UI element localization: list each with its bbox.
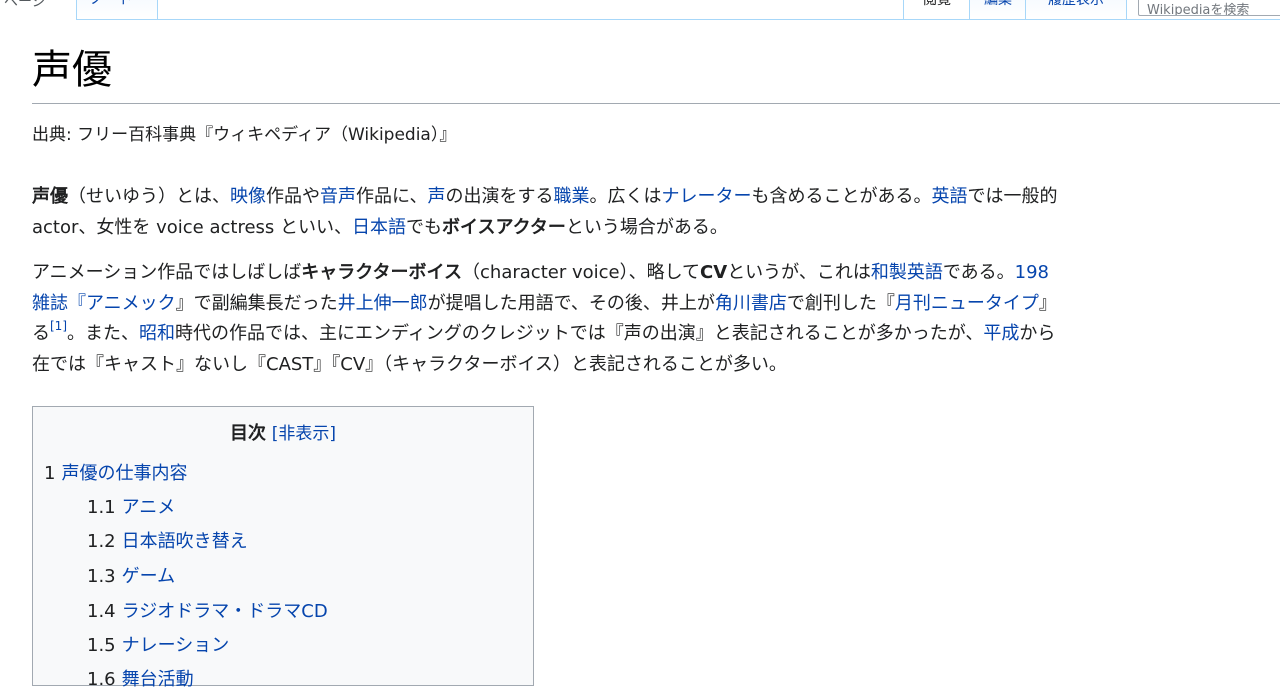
- toc-number: 1: [44, 463, 56, 484]
- text: では一般的: [967, 186, 1058, 207]
- link-newtype[interactable]: 月刊ニュータイプ: [895, 293, 1039, 314]
- link-year[interactable]: 198: [1015, 262, 1049, 283]
- site-subtitle: 出典: フリー百科事典『ウィキペディア（Wikipedia）』: [32, 125, 457, 145]
- text: （せいゆう）とは、: [68, 186, 230, 207]
- text: る: [32, 323, 50, 344]
- tab-edit[interactable]: 編集: [969, 0, 1027, 20]
- toc-link[interactable]: 舞台活動: [122, 669, 194, 690]
- toc-link[interactable]: 日本語吹き替え: [122, 531, 248, 552]
- link-narrator[interactable]: ナレーター: [661, 186, 751, 207]
- text: である。: [942, 262, 1015, 283]
- link-koe[interactable]: 声: [427, 186, 445, 207]
- table-of-contents: 目次 [非表示] 1 声優の仕事内容 1.1 アニメ 1.2 日本語吹き替え 1.3 ゲ…: [32, 406, 534, 690]
- text: というが、これは: [727, 262, 871, 283]
- text: の出演をする: [445, 186, 554, 207]
- toc-link[interactable]: ゲーム: [122, 566, 175, 587]
- link-shokugyou[interactable]: 職業: [553, 186, 589, 207]
- link-nihongo[interactable]: 日本語: [352, 217, 406, 238]
- toc-toggle-link[interactable]: [非表示]: [272, 424, 336, 444]
- bold-term: 声優: [32, 186, 68, 207]
- toc-number: 1.5: [87, 635, 116, 656]
- title-divider: [32, 103, 1280, 104]
- tab-view[interactable]: 閲覧: [903, 0, 971, 19]
- text: から: [1019, 323, 1056, 344]
- toc-link[interactable]: ナレーション: [122, 635, 230, 656]
- text: アニメーション作品ではしばしば: [32, 262, 302, 283]
- toc-heading: 目次 [非表示]: [33, 419, 533, 445]
- toc-link[interactable]: ラジオドラマ・ドラマCD: [122, 601, 328, 622]
- text: が提唱した用語で、その後、井上が: [427, 292, 715, 314]
- bold-term: キャラクターボイス: [301, 262, 463, 283]
- tab-page[interactable]: ページ: [4, 0, 46, 11]
- toc-title: 目次: [230, 423, 266, 444]
- link-inoue[interactable]: 井上伸一郎: [338, 293, 428, 314]
- toc-link[interactable]: 声優の仕事内容: [61, 463, 187, 484]
- text: 』: [1038, 292, 1057, 314]
- reference-link[interactable]: [1]: [50, 319, 67, 333]
- link-wasei-eigo[interactable]: 和製英語: [871, 262, 943, 283]
- tab-history[interactable]: 履歴表示: [1025, 0, 1127, 20]
- text: 作品に、: [356, 186, 428, 207]
- toc-item[interactable]: 1.2 日本語吹き替え: [87, 527, 248, 553]
- text: でも: [406, 216, 443, 238]
- link-onsei[interactable]: 音声: [320, 186, 356, 207]
- toc-number: 1.1: [87, 497, 116, 518]
- toc-number: 1.4: [87, 601, 116, 622]
- toc-number: 1.3: [87, 566, 116, 587]
- toc-item[interactable]: 1 声優の仕事内容: [44, 459, 187, 485]
- text: で創刊した『: [786, 292, 895, 314]
- link-zasshi[interactable]: 雑誌『: [32, 293, 86, 314]
- text: 在では『キャスト』ないし『CAST』『CV』（キャラクターボイス）と表記されるこ…: [32, 353, 787, 375]
- toc-number: 1.2: [87, 531, 116, 552]
- toc-item[interactable]: 1.3 ゲーム: [87, 562, 175, 588]
- top-tab-bar: ページ ノート 閲覧 編集 履歴表示 Wikipediaを検索: [0, 0, 1280, 20]
- text: も含めることがある。: [751, 186, 932, 207]
- text: actor、女性を voice actress といい、: [32, 216, 353, 238]
- link-eizou[interactable]: 映像: [230, 186, 266, 207]
- link-showa[interactable]: 昭和: [139, 323, 175, 344]
- search-input[interactable]: Wikipediaを検索: [1138, 0, 1280, 16]
- text: 。また、: [67, 323, 139, 344]
- toc-number: 1.6: [87, 669, 116, 690]
- link-eigo[interactable]: 英語: [931, 186, 967, 207]
- toc-link[interactable]: アニメ: [122, 497, 176, 518]
- tab-talk[interactable]: ノート: [76, 0, 158, 20]
- text: 。広くは: [589, 186, 662, 207]
- text: 時代の作品では、主にエンディングのクレジットでは『声の出演』と表記されることが多…: [175, 323, 984, 344]
- bold-term: CV: [700, 262, 728, 283]
- text: という場合がある。: [565, 216, 728, 238]
- link-animec[interactable]: アニメック: [86, 293, 176, 314]
- text: 作品や: [266, 186, 320, 207]
- toc-item[interactable]: 1.4 ラジオドラマ・ドラマCD: [87, 597, 328, 623]
- link-heisei[interactable]: 平成: [983, 323, 1019, 344]
- toc-item[interactable]: 1.1 アニメ: [87, 493, 175, 519]
- cv-paragraph: アニメーション作品ではしばしばキャラクターボイス（character voice…: [32, 258, 1280, 380]
- text: （character voice）、略して: [462, 262, 701, 283]
- toc-item[interactable]: 1.6 舞台活動: [87, 665, 194, 691]
- bold-term: ボイスアクター: [442, 216, 566, 238]
- toc-item[interactable]: 1.5 ナレーション: [87, 631, 229, 657]
- intro-paragraph: 声優（せいゆう）とは、映像作品や音声作品に、声の出演をする職業。広くはナレーター…: [32, 182, 1280, 243]
- link-kadokawa[interactable]: 角川書店: [715, 293, 787, 314]
- page-title: 声優: [32, 47, 112, 92]
- text: 』で副編集長だった: [175, 292, 338, 314]
